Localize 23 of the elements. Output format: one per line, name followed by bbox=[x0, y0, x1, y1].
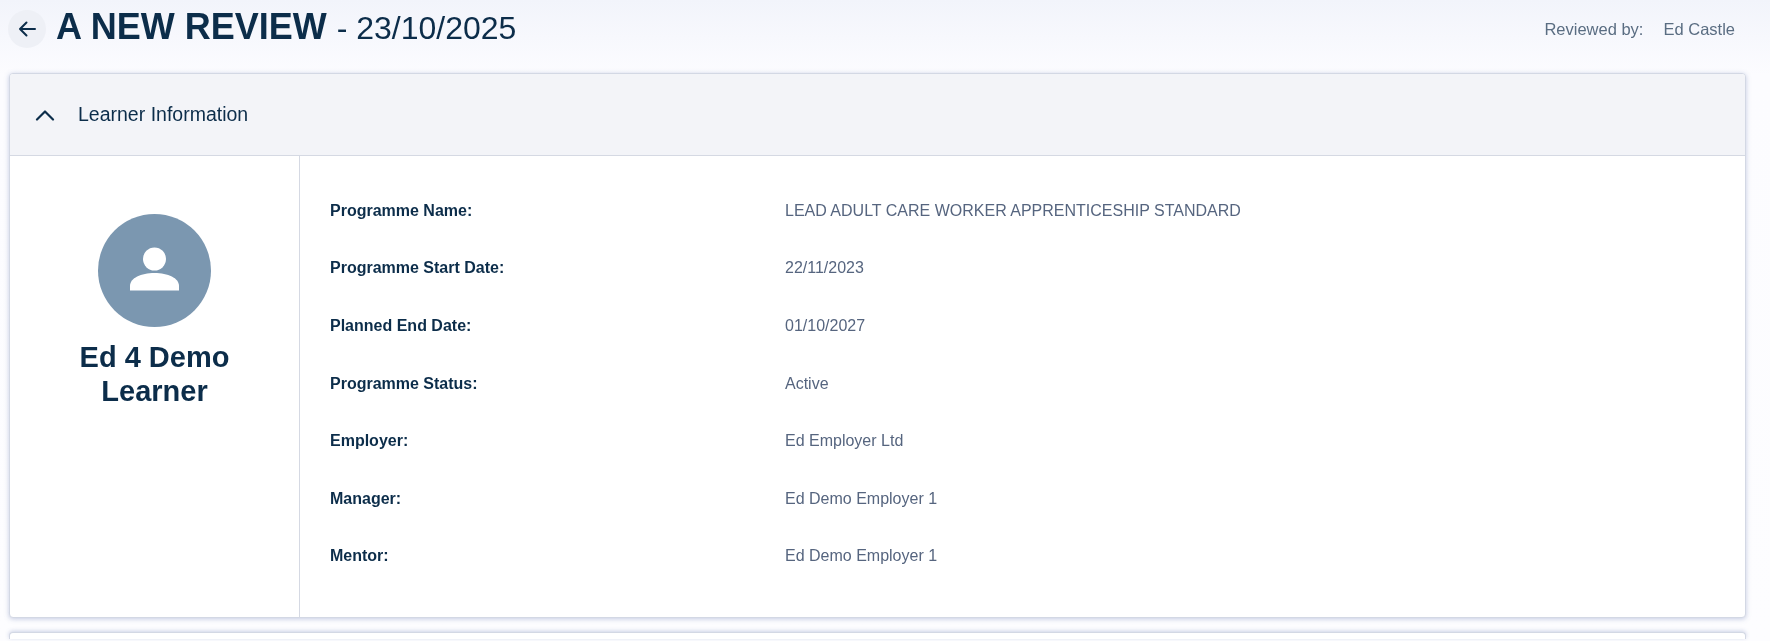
field-value: 01/10/2027 bbox=[785, 317, 866, 335]
reviewer-name: Ed Castle bbox=[1663, 19, 1735, 39]
field-label: Programme Status: bbox=[330, 374, 478, 393]
field-value: Active bbox=[785, 374, 829, 393]
page-title: A NEW REVIEW bbox=[56, 5, 327, 48]
field-value: Ed Employer Ltd bbox=[785, 432, 904, 451]
review-date: - 23/10/2025 bbox=[336, 9, 517, 47]
field-label: Planned End Date: bbox=[330, 317, 472, 335]
field-value: Ed Demo Employer 1 bbox=[785, 489, 938, 508]
section-header[interactable]: Learner Information bbox=[10, 74, 1745, 156]
field-label: Manager: bbox=[330, 489, 402, 508]
field-value: 22/11/2023 bbox=[785, 259, 864, 278]
field-value: Ed Demo Employer 1 bbox=[785, 547, 938, 566]
arrow-left-icon bbox=[18, 21, 36, 37]
field-label: Employer: bbox=[330, 432, 409, 451]
avatar-icon bbox=[98, 214, 211, 327]
back-button[interactable] bbox=[8, 10, 46, 48]
learner-name: Ed 4 Demo Learner bbox=[78, 340, 231, 408]
field-value: LEAD ADULT CARE WORKER APPRENTICESHIP STANDARD bbox=[785, 201, 1241, 220]
reviewed-by-label: Reviewed by: bbox=[1544, 19, 1644, 39]
field-label: Mentor: bbox=[330, 547, 389, 566]
field-label: Programme Start Date: bbox=[330, 259, 505, 278]
field-label: Programme Name: bbox=[330, 201, 473, 220]
